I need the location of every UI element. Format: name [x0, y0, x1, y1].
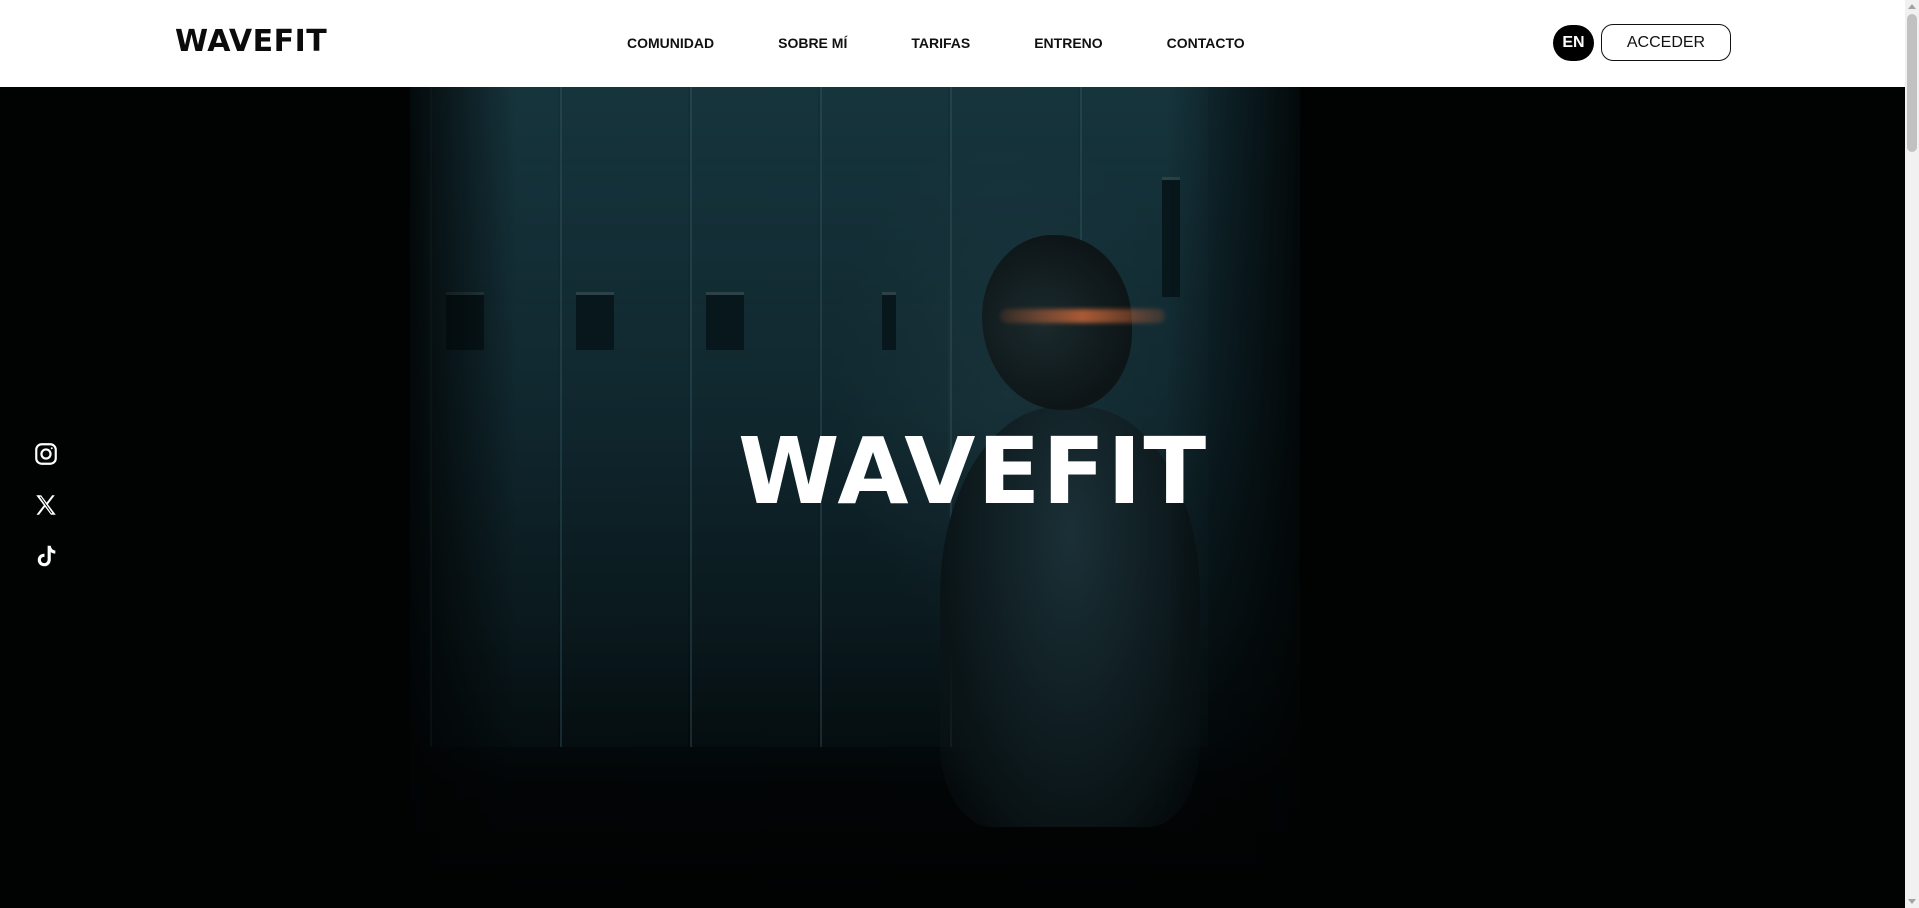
scroll-down-icon[interactable] [1908, 899, 1916, 904]
scrollbar-thumb[interactable] [1907, 14, 1917, 152]
brand-logo[interactable]: WAVEFIT [175, 22, 327, 62]
site-header: WAVEFIT COMUNIDAD SOBRE MÍ TARIFAS ENTRE… [0, 0, 1905, 87]
access-button[interactable]: ACCEDER [1601, 24, 1731, 61]
main-nav: COMUNIDAD SOBRE MÍ TARIFAS ENTRENO CONTA… [627, 33, 1245, 53]
tiktok-icon[interactable] [33, 543, 59, 569]
page-scrollbar[interactable] [1905, 0, 1919, 908]
nav-item-contacto[interactable]: CONTACTO [1167, 35, 1245, 51]
x-icon[interactable] [33, 492, 59, 518]
social-links [33, 441, 59, 594]
language-toggle-button[interactable]: EN [1553, 25, 1594, 61]
locker-door [430, 87, 558, 747]
nav-item-sobre-mi[interactable]: SOBRE MÍ [778, 35, 847, 51]
instagram-icon[interactable] [33, 441, 59, 467]
nav-item-comunidad[interactable]: COMUNIDAD [627, 35, 714, 51]
light-streak [1000, 309, 1165, 323]
hero-section: WAVEFIT [0, 87, 1905, 908]
scroll-up-icon[interactable] [1908, 4, 1916, 9]
locker-door [560, 87, 688, 747]
nav-item-entreno[interactable]: ENTRENO [1034, 35, 1102, 51]
hero-title: WAVEFIT [738, 418, 1209, 525]
person-head [982, 235, 1132, 410]
nav-item-tarifas[interactable]: TARIFAS [911, 35, 970, 51]
page: WAVEFIT COMUNIDAD SOBRE MÍ TARIFAS ENTRE… [0, 0, 1919, 908]
